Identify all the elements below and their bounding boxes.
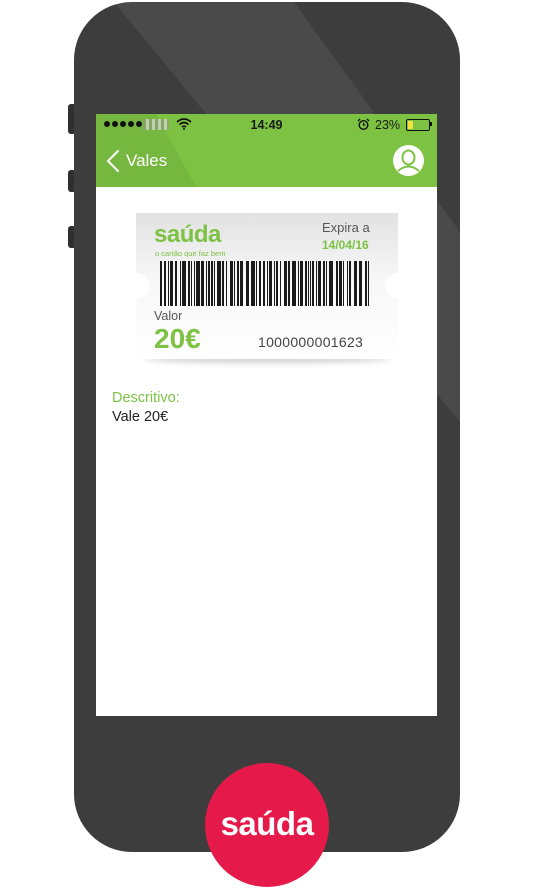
barcode-bar: [312, 261, 314, 306]
battery-percent: 23%: [375, 118, 401, 132]
voucher-code: 1000000001623: [258, 334, 364, 350]
profile-button[interactable]: [392, 144, 425, 177]
barcode-bar: [323, 261, 325, 306]
barcode-bar: [305, 261, 307, 306]
battery-icon: [406, 119, 430, 131]
barcode-bar: [368, 261, 369, 306]
barcode-bar: [211, 261, 213, 306]
barcode-bar: [280, 261, 281, 306]
status-bar: 14:49 23%: [96, 114, 437, 136]
value-label: Valor: [154, 309, 183, 323]
description-value: Vale 20€: [112, 409, 169, 425]
barcode-bar: [292, 261, 296, 306]
barcode-bar: [175, 261, 177, 306]
voucher-brand: saúda: [154, 221, 221, 248]
barcode-bar: [196, 261, 200, 306]
barcode-bar: [263, 261, 265, 306]
barcode-bar: [201, 261, 204, 306]
description-label: Descritivo:: [112, 390, 180, 406]
barcode-bar: [194, 261, 195, 306]
barcode-bar: [234, 261, 235, 306]
barcode-bar: [259, 261, 261, 306]
barcode-bar: [267, 261, 268, 306]
barcode-bar: [316, 261, 317, 306]
barcode-bar: [246, 261, 249, 306]
barcode-bar: [276, 261, 278, 306]
barcode-bar: [214, 261, 215, 306]
barcode-bar: [240, 261, 243, 306]
expiry-label: Expira a: [322, 220, 370, 235]
back-label: Vales: [126, 151, 168, 170]
value-amount: 20€: [154, 323, 201, 354]
barcode-bar: [365, 261, 367, 306]
logo-text: saúda: [220, 805, 314, 842]
app-screen: 14:49 23% Vales saúda o cartão que faz b…: [96, 114, 437, 716]
barcode-bar: [251, 261, 255, 306]
barcode-bar: [188, 261, 190, 306]
barcode: [160, 261, 369, 306]
barcode-bar: [180, 261, 181, 306]
barcode-bar: [347, 261, 348, 306]
barcode-bar: [217, 261, 221, 306]
barcode-bar: [256, 261, 257, 306]
barcode-bar: [349, 261, 351, 306]
barcode-bar: [222, 261, 224, 306]
barcode-bar: [326, 261, 327, 306]
barcode-bar: [191, 261, 192, 306]
barcode-bar: [168, 261, 169, 306]
barcode-bar: [208, 261, 210, 306]
alarm-clock-icon: [357, 118, 370, 131]
barcode-bar: [230, 261, 233, 306]
app-header: 14:49 23% Vales: [96, 114, 437, 187]
chevron-left-icon: [106, 150, 119, 172]
barcode-bar: [318, 261, 321, 306]
barcode-bar: [308, 261, 309, 306]
barcode-bar: [269, 261, 272, 306]
barcode-bar: [310, 261, 311, 306]
battery-fill: [408, 121, 413, 129]
barcode-bar: [284, 261, 287, 306]
back-button[interactable]: Vales: [106, 148, 196, 174]
barcode-bar: [182, 261, 186, 306]
barcode-bar: [343, 261, 344, 306]
barcode-bar: [237, 261, 239, 306]
expiry-date: 14/04/16: [322, 238, 369, 252]
barcode-bar: [160, 261, 162, 306]
barcode-bar: [300, 261, 303, 306]
barcode-bar: [206, 261, 207, 306]
barcode-bar: [329, 261, 333, 306]
barcode-bar: [359, 261, 362, 306]
app-logo-badge: saúda: [205, 763, 329, 887]
barcode-bar: [336, 261, 338, 306]
barcode-bar: [354, 261, 357, 306]
barcode-bar: [339, 261, 342, 306]
voucher-tagline: o cartão que faz bem: [155, 249, 226, 258]
battery-cap: [430, 122, 432, 126]
voucher-card[interactable]: saúda o cartão que faz bem Expira a 14/0…: [136, 213, 398, 363]
barcode-bar: [170, 261, 173, 306]
barcode-bar: [226, 261, 227, 306]
barcode-bar: [288, 261, 290, 306]
barcode-bar: [298, 261, 299, 306]
barcode-bar: [274, 261, 275, 306]
barcode-bar: [164, 261, 166, 306]
